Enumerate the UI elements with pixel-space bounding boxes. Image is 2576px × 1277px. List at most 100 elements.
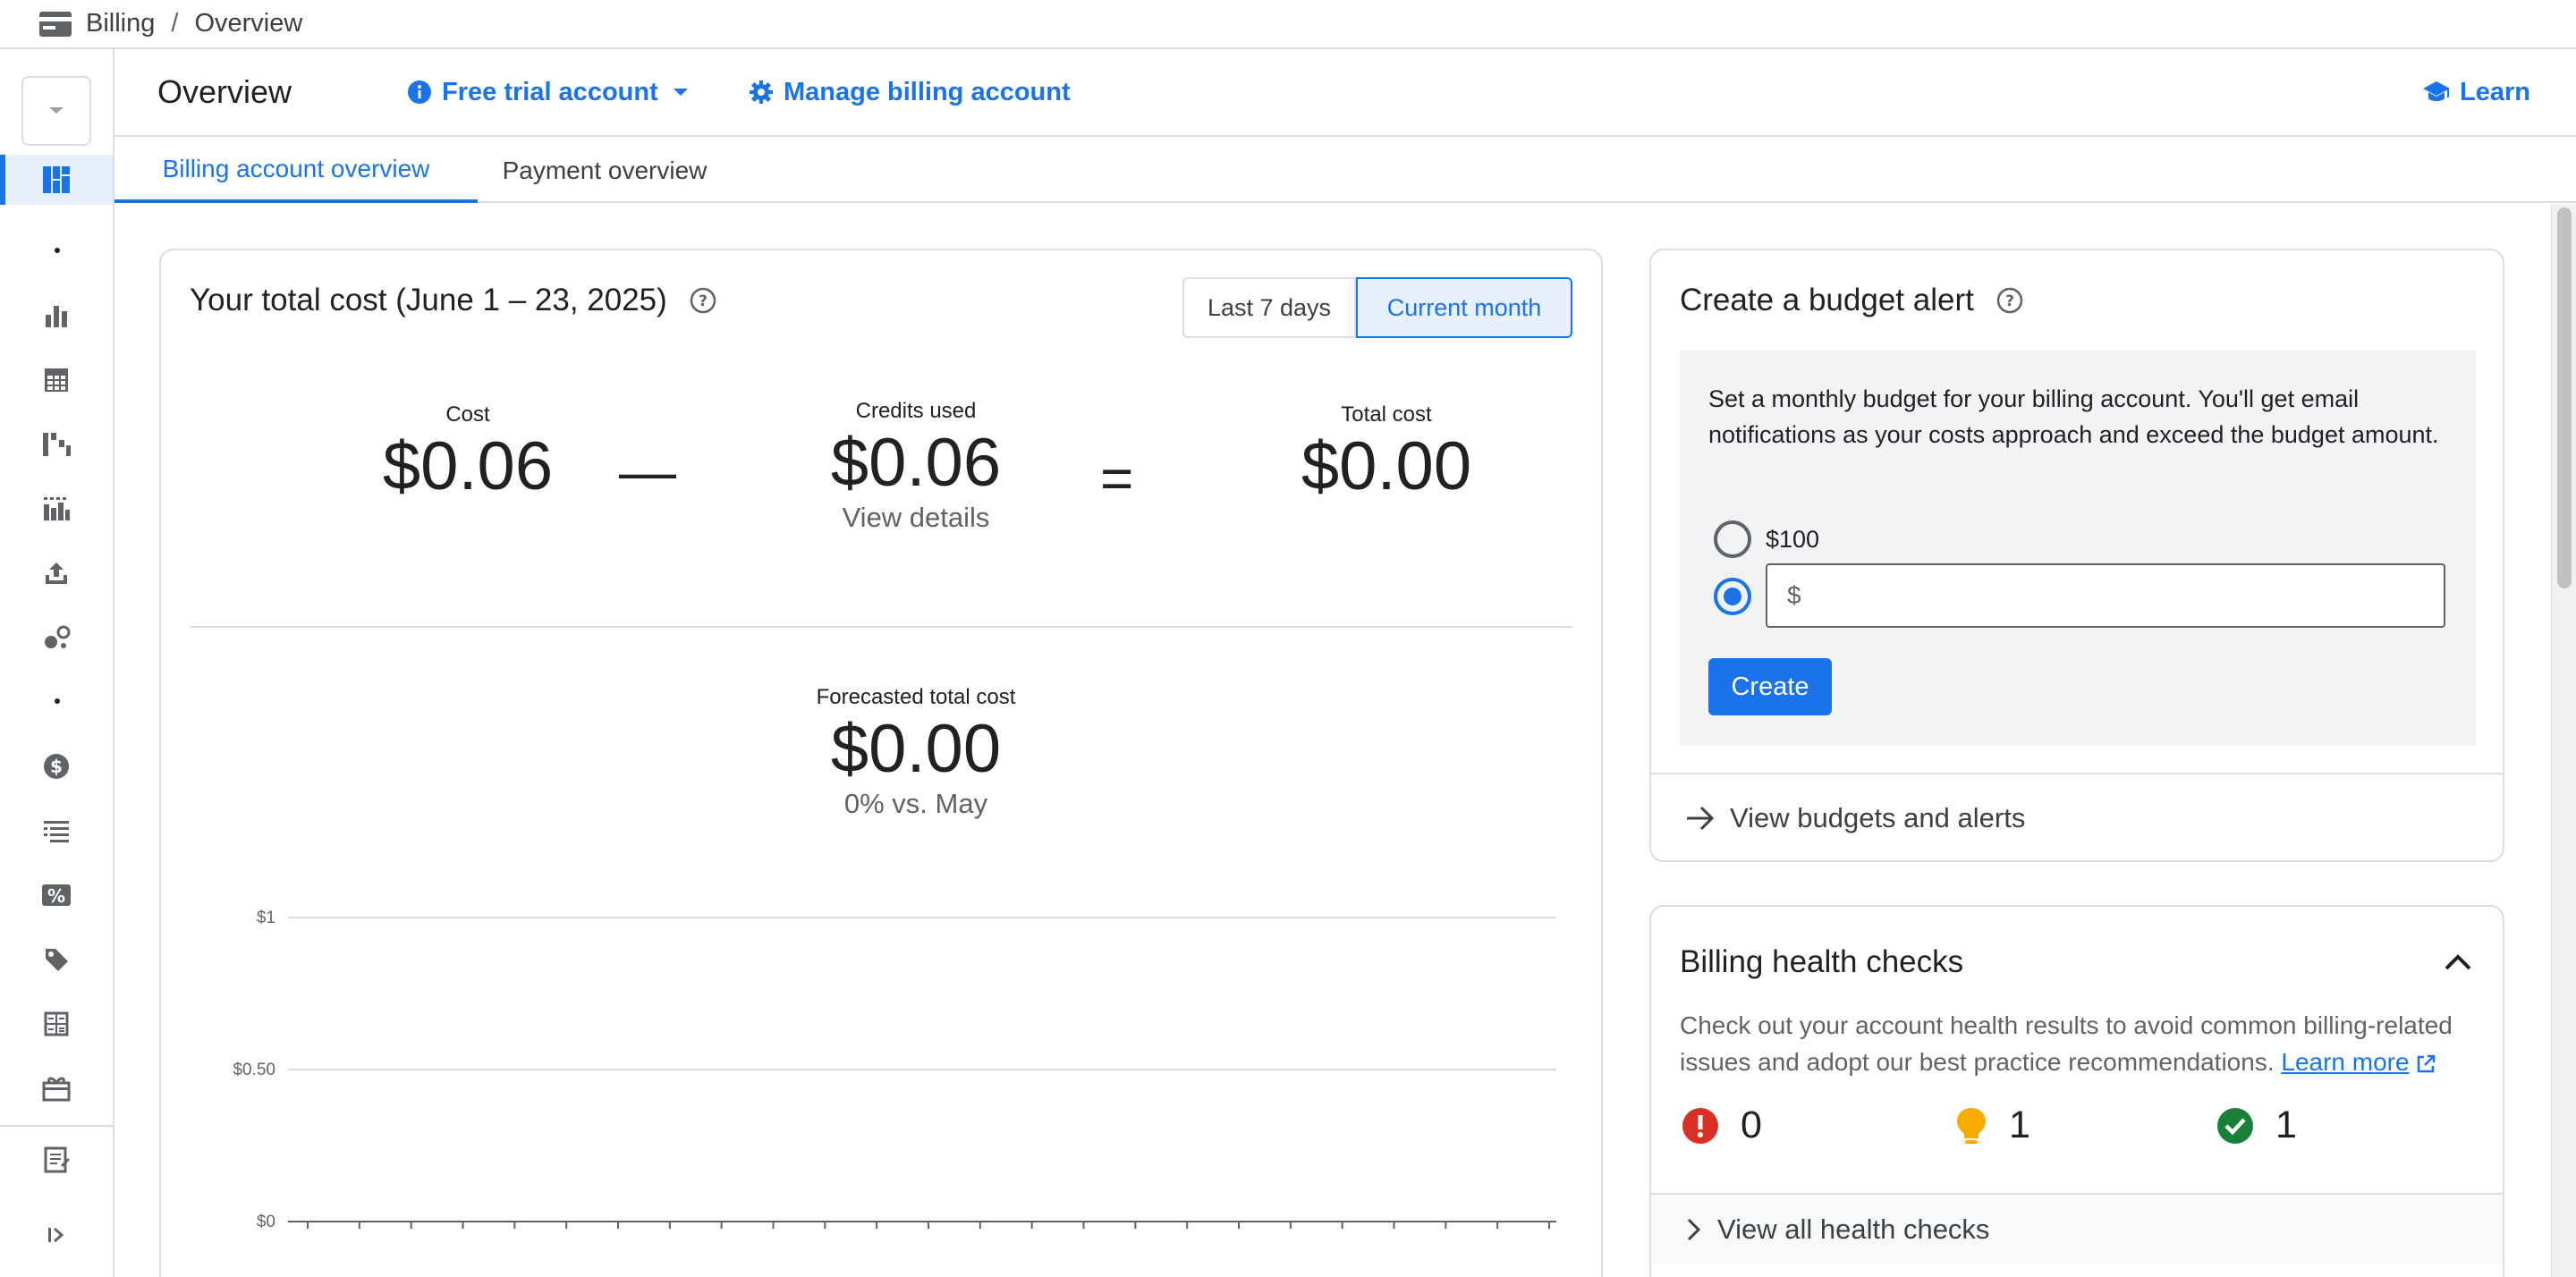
health-warnings-count: 1 (1955, 1104, 2030, 1147)
nav-release-notes[interactable] (0, 1135, 113, 1185)
view-budgets-link[interactable]: View budgets and alerts (1651, 773, 2503, 860)
chevron-up-icon (2445, 954, 2471, 970)
total-cost-card: Your total cost (June 1 – 23, 2025) ? La… (159, 249, 1603, 1277)
nav-reports[interactable] (0, 291, 113, 341)
errors-value: 0 (1741, 1104, 1762, 1146)
cost-breakdown-icon (43, 433, 71, 456)
expand-icon (48, 1227, 64, 1243)
school-icon (2423, 81, 2450, 101)
custom-amount-radio[interactable] (1714, 578, 1751, 615)
tab-bar: Billing account overview Payment overvie… (114, 139, 2576, 203)
currency-prefix: $ (1787, 581, 1801, 609)
breadcrumb-separator: / (171, 9, 179, 38)
check-circle-icon (2217, 1107, 2253, 1144)
account-type-dropdown[interactable]: Free trial account (406, 78, 698, 107)
nav-cost-table[interactable] (0, 355, 113, 405)
gift-icon (42, 1077, 71, 1102)
chart-y-tick-label: $0.50 (233, 1061, 275, 1079)
nav-commitments[interactable] (0, 934, 113, 985)
learn-more-link[interactable]: Learn more (2281, 1048, 2436, 1076)
chart-y-tick-label: $0 (257, 1213, 275, 1231)
svg-text:%: % (47, 885, 65, 907)
nav-pricing[interactable] (0, 484, 113, 534)
create-budget-button[interactable]: Create (1708, 658, 1832, 715)
breadcrumb-overview: Overview (194, 9, 303, 38)
chevron-down-icon (673, 89, 688, 96)
warnings-value: 1 (2009, 1104, 2030, 1146)
preset-amount-label: $100 (1766, 526, 1820, 553)
budget-title: Create a budget alert (1680, 283, 1974, 317)
arrow-right-icon (1687, 806, 1715, 831)
breadcrumb-bar: Billing / Overview (0, 0, 2576, 49)
tab-billing-account-overview[interactable]: Billing account overview (114, 139, 478, 203)
nav-separator-dot (55, 698, 60, 704)
info-icon (408, 80, 431, 104)
page-header: Overview Free trial account Manage billi… (114, 49, 2576, 137)
nav-credits[interactable]: % (0, 870, 113, 920)
payments-icon: $ (44, 754, 69, 779)
cost-estimator-icon (44, 1011, 69, 1036)
view-all-health-checks-link[interactable]: View all health checks (1651, 1193, 2503, 1264)
nav-recommendations[interactable] (0, 613, 113, 663)
view-budgets-label: View budgets and alerts (1730, 802, 2026, 833)
learn-label: Learn (2460, 77, 2530, 106)
overview-icon (43, 166, 70, 193)
svg-text:$: $ (50, 756, 63, 777)
nav-payments[interactable]: $ (0, 741, 113, 791)
health-title: Billing health checks (1680, 944, 1964, 979)
scrollbar-thumb[interactable] (2557, 207, 2572, 588)
chevron-right-icon (1687, 1218, 1701, 1241)
nav-cost-estimator[interactable] (0, 999, 113, 1049)
custom-amount-input[interactable]: $ (1766, 563, 2445, 628)
pricing-icon (44, 497, 70, 520)
billing-icon (39, 11, 72, 37)
nav-separator-dot (55, 248, 60, 253)
nav-overview[interactable] (0, 155, 113, 205)
chart-y-tick-label: $1 (257, 909, 275, 927)
manage-billing-account-link[interactable]: Manage billing account (748, 78, 1071, 107)
export-icon (46, 562, 67, 584)
nav-expand[interactable] (0, 1210, 113, 1260)
dropdown-caret-icon (49, 107, 64, 114)
project-dropdown[interactable] (21, 76, 91, 146)
billing-health-card: Billing health checks Check out your acc… (1649, 905, 2504, 1277)
health-description: Check out your account health results to… (1680, 1007, 2485, 1080)
gear-icon (750, 80, 773, 104)
cost-chart: $1 $0.50 $0 (233, 909, 1556, 1231)
left-nav: $ % (0, 49, 114, 1277)
nav-export[interactable] (0, 548, 113, 598)
account-type-label: Free trial account (442, 77, 658, 106)
health-passed-count: 1 (2216, 1104, 2297, 1147)
error-icon (1682, 1107, 1718, 1144)
cost-table-icon (45, 368, 68, 392)
passed-value: 1 (2275, 1104, 2297, 1146)
nav-settings[interactable] (0, 1063, 113, 1113)
lightbulb-icon (1957, 1107, 1986, 1144)
recommendations-icon (45, 625, 71, 648)
nav-transactions[interactable] (0, 806, 113, 856)
svg-text:?: ? (2005, 292, 2014, 310)
page-scrollbar[interactable] (2551, 204, 2576, 1277)
tab-payment-overview[interactable]: Payment overview (478, 139, 732, 203)
release-notes-icon (44, 1146, 70, 1173)
learn-link[interactable]: Learn (2422, 78, 2530, 107)
health-errors-count: 0 (1682, 1104, 1762, 1147)
budget-title-row: Create a budget alert ? (1680, 283, 2024, 318)
collapse-button[interactable] (2444, 953, 2472, 976)
reports-icon (46, 306, 67, 327)
help-icon[interactable]: ? (1996, 286, 2024, 315)
transactions-icon (44, 821, 69, 842)
nav-cost-breakdown[interactable] (0, 419, 113, 469)
budget-alert-card: Create a budget alert ? Set a monthly bu… (1649, 249, 2504, 862)
nav-divider (0, 1125, 113, 1127)
credits-icon: % (42, 884, 71, 907)
commitments-icon (46, 949, 68, 971)
page-title: Overview (157, 73, 292, 110)
manage-billing-label: Manage billing account (784, 77, 1071, 106)
budget-form-panel: Set a monthly budget for your billing ac… (1680, 351, 2476, 746)
preset-amount-radio[interactable] (1714, 520, 1751, 558)
breadcrumb-billing[interactable]: Billing (86, 9, 155, 38)
external-link-icon (2417, 1054, 2435, 1072)
budget-description: Set a monthly budget for your billing ac… (1708, 385, 2439, 448)
view-all-health-label: View all health checks (1717, 1214, 1990, 1245)
